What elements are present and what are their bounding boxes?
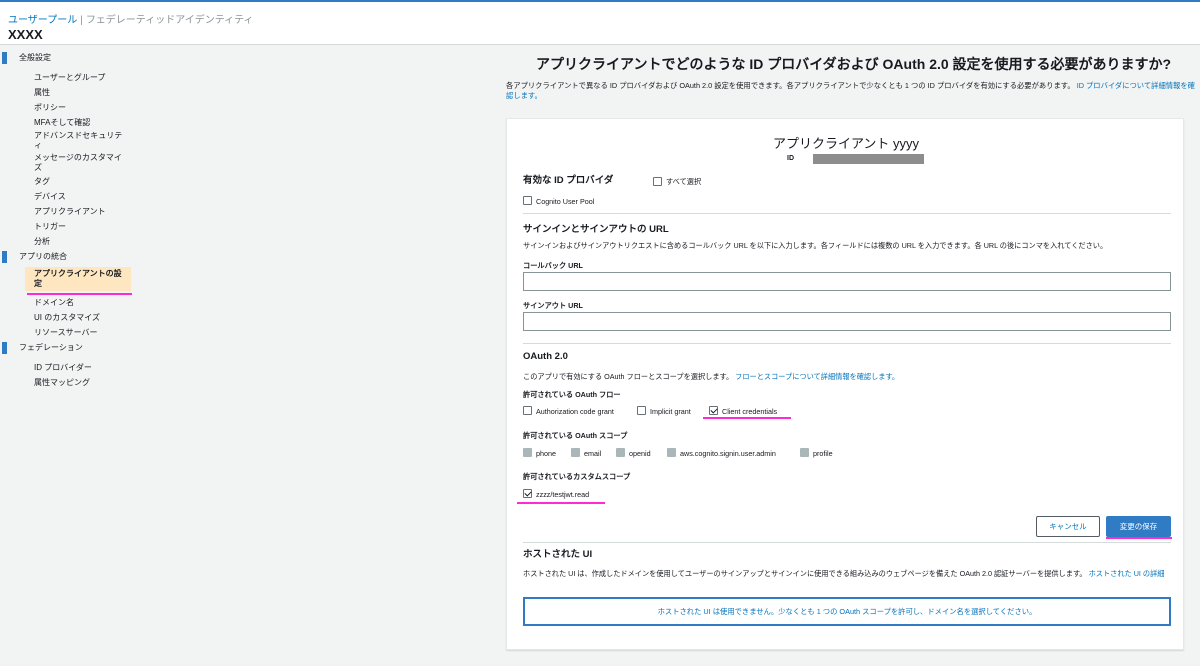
sidebar-item-analytics[interactable]: 分析 [0,234,140,249]
page-intro: 各アプリクライアントで異なる ID プロバイダおよび OAuth 2.0 設定を… [506,81,1196,101]
signout-url-label: サインアウト URL [523,301,583,310]
breadcrumb-separator: | [80,15,83,26]
sidebar-item-app-clients[interactable]: アプリクライアント [0,204,140,219]
scope-admin-label: aws.cognito.signin.user.admin [680,449,776,458]
page-intro-text: 各アプリクライアントで異なる ID プロバイダおよび OAuth 2.0 設定を… [506,81,1075,90]
hosted-ui-description: ホストされた UI は、作成したドメインを使用してユーザーのサインアップとサイン… [523,569,1173,579]
scope-profile-label: profile [813,449,833,458]
divider [523,343,1171,344]
hosted-ui-heading: ホストされた UI [523,549,593,560]
breadcrumb-federated-identities[interactable]: フェデレーティッドアイデンティティ [86,15,254,26]
scope-openid-label: openid [629,449,651,458]
sidebar-item-attribute-mapping[interactable]: 属性マッピング [0,375,140,390]
sidebar-item-domain-name[interactable]: ドメイン名 [0,295,140,310]
section-marker [2,342,7,354]
divider [523,542,1171,543]
client-credentials-checkbox[interactable] [709,406,718,415]
sidebar-section-label: 全般設定 [19,53,51,62]
pool-name: XXXX [8,27,43,42]
sidebar-item-devices[interactable]: デバイス [0,189,140,204]
scope-openid-checkbox[interactable] [616,448,625,457]
sidebar-section-general[interactable]: 全般設定 [0,50,140,66]
sidebar-item-resource-servers[interactable]: リソースサーバー [0,325,140,340]
breadcrumb-user-pools[interactable]: ユーザープール [8,15,77,26]
custom-scope-checkbox[interactable] [523,489,532,498]
custom-scopes-heading: 許可されているカスタムスコープ [523,472,631,481]
section-marker [2,52,7,64]
callback-url-label: コールバック URL [523,261,583,270]
sidebar-item-message-customization[interactable]: メッセージのカスタマイズ [0,152,140,174]
sidebar-item-policies[interactable]: ポリシー [0,100,140,115]
hosted-ui-unavailable-notice: ホストされた UI は使用できません。少なくとも 1 つの OAuth スコープ… [523,597,1171,626]
sidebar-item-identity-providers[interactable]: ID プロバイダー [0,360,140,375]
oauth-description: このアプリで有効にする OAuth フローとスコープを選択します。 フローとスコ… [523,372,899,382]
sidebar-item-label: アプリクライアントの設定 [34,269,122,288]
oauth-scopes-heading: 許可されている OAuth スコープ [523,431,628,440]
urls-description: サインインおよびサインアウトリクエストに含めるコールバック URL を以下に入力… [523,241,1108,250]
scope-profile-checkbox[interactable] [800,448,809,457]
client-id-label: ID [787,155,794,162]
header: ユーザープール | フェデレーティッドアイデンティティ XXXX [0,5,1200,45]
highlight-underline [703,417,791,419]
authorization-code-grant-label: Authorization code grant [536,407,614,416]
hosted-ui-details-link[interactable]: ホストされた UI の詳細 [1089,569,1165,578]
client-credentials-label: Client credentials [722,407,778,416]
scope-email-checkbox[interactable] [571,448,580,457]
app-client-panel: アプリクライアント yyyy ID 有効な ID プロバイダ すべて選択 Cog… [506,118,1184,650]
authorization-code-grant-checkbox[interactable] [523,406,532,415]
sidebar-item-attributes[interactable]: 属性 [0,85,140,100]
hosted-ui-description-text: ホストされた UI は、作成したドメインを使用してユーザーのサインアップとサイン… [523,569,1087,578]
highlight-underline [517,502,605,504]
section-marker [2,251,7,263]
sidebar-section-federation[interactable]: フェデレーション [0,340,140,356]
signout-url-input[interactable] [523,312,1171,331]
divider [523,213,1171,214]
sidebar-section-label: アプリの統合 [19,252,67,261]
select-all-label: すべて選択 [666,177,702,186]
sidebar-item-tags[interactable]: タグ [0,174,140,189]
client-name: アプリクライアント yyyy [772,136,920,151]
sidebar-item-mfa[interactable]: MFAそして確認 [0,115,140,130]
cognito-user-pool-checkbox[interactable] [523,196,532,205]
client-id-redacted [813,154,924,164]
sidebar-item-app-client-settings[interactable]: アプリクライアントの設定 [25,267,131,291]
scope-admin-checkbox[interactable] [667,448,676,457]
scope-email-label: email [584,449,602,458]
sidebar-item-label: アドバンスドセキュリティ [34,131,123,150]
implicit-grant-checkbox[interactable] [637,406,646,415]
sidebar-item-ui-customization[interactable]: UI のカスタマイズ [0,310,140,325]
page-title: アプリクライアントでどのような ID プロバイダおよび OAuth 2.0 設定… [536,56,1172,72]
select-all-checkbox[interactable] [653,177,662,186]
scope-phone-label: phone [536,449,556,458]
oauth-description-text: このアプリで有効にする OAuth フローとスコープを選択します。 [523,372,734,381]
cancel-button[interactable]: キャンセル [1036,516,1100,537]
scope-phone-checkbox[interactable] [523,448,532,457]
sidebar-section-app-integration[interactable]: アプリの統合 [0,249,140,265]
sidebar-section-label: フェデレーション [19,343,83,352]
idp-heading: 有効な ID プロバイダ [523,175,614,186]
flows-scopes-learn-more-link[interactable]: フローとスコープについて詳細情報を確認します。 [735,372,899,381]
oauth-heading: OAuth 2.0 [523,351,568,362]
highlight-underline [1106,537,1172,539]
implicit-grant-label: Implicit grant [650,407,691,416]
custom-scope-label: zzzz/testjwt.read [536,490,590,499]
oauth-flows-heading: 許可されている OAuth フロー [523,390,621,399]
sidebar-item-triggers[interactable]: トリガー [0,219,140,234]
highlight-underline [27,293,132,295]
callback-url-input[interactable] [523,272,1171,291]
sidebar-item-advanced-security[interactable]: アドバンスドセキュリティ [0,130,140,152]
cognito-user-pool-label: Cognito User Pool [536,197,595,206]
sidebar: 全般設定 ユーザーとグループ 属性 ポリシー MFAそして確認 アドバンスドセキ… [0,50,140,390]
sidebar-item-users-groups[interactable]: ユーザーとグループ [0,70,140,85]
breadcrumb: ユーザープール | フェデレーティッドアイデンティティ [8,11,254,26]
urls-heading: サインインとサインアウトの URL [523,224,669,235]
save-changes-button[interactable]: 変更の保存 [1106,516,1171,537]
sidebar-item-label: メッセージのカスタマイズ [34,153,122,172]
